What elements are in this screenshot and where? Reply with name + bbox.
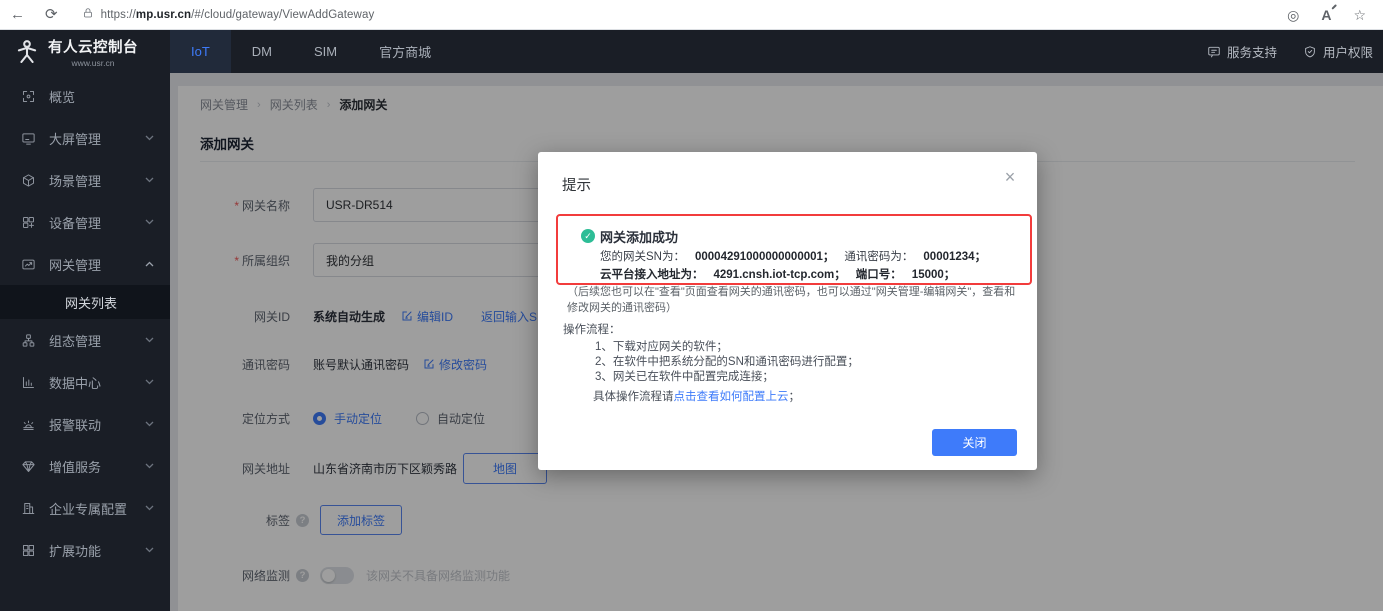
chevron-down-icon — [145, 505, 154, 511]
sidebar-item-scada-mgmt[interactable]: 组态管理 — [0, 319, 170, 361]
close-button[interactable]: 关闭 — [932, 429, 1017, 456]
sidebar-item-alarm-linkage[interactable]: 报警联动 — [0, 403, 170, 445]
building-icon — [21, 501, 36, 516]
sidebar-item-gateway-mgmt[interactable]: 网关管理 — [0, 243, 170, 285]
success-check-icon: ✓ — [581, 229, 595, 243]
dialog-note: （后续您也可以在"查看"页面查看网关的通讯密码，也可以通过"网关管理-编辑网关"… — [567, 284, 1021, 316]
bar-chart-icon — [21, 375, 36, 390]
top-nav: IoT DM SIM 官方商城 — [170, 30, 452, 73]
how-to-configure-link[interactable]: 点击查看如何配置上云 — [674, 391, 789, 403]
sidebar-item-screen-mgmt[interactable]: 大屏管理 — [0, 117, 170, 159]
highlight-annotation-box: ✓ 网关添加成功 您的网关SN为：00004291000000000001；通讯… — [556, 214, 1032, 285]
chevron-down-icon — [145, 463, 154, 469]
user-permission-link[interactable]: 用户权限 — [1303, 42, 1373, 61]
read-aloud-icon[interactable]: A — [1312, 8, 1340, 22]
chevron-up-icon — [145, 261, 154, 267]
address-bar[interactable]: https://mp.usr.cn/#/cloud/gateway/ViewAd… — [82, 6, 1279, 24]
server-line: 云平台接入地址为：4291.cnsh.iot-tcp.com；端口号：15000… — [600, 266, 955, 282]
sidebar-item-scene-mgmt[interactable]: 场景管理 — [0, 159, 170, 201]
sidebar-item-extensions[interactable]: 扩展功能 — [0, 529, 170, 571]
dialog-title: 提示 — [562, 174, 591, 195]
logo-title: 有人云控制台 — [48, 36, 138, 57]
alarm-icon — [21, 417, 36, 432]
favorite-icon[interactable]: ☆ — [1344, 8, 1375, 22]
grid-icon — [21, 543, 36, 558]
flow-step: 3、网关已在软件中配置完成连接； — [595, 370, 859, 385]
tab-dm[interactable]: DM — [231, 30, 293, 73]
chevron-down-icon — [145, 379, 154, 385]
flow-step: 1、下载对应网关的软件； — [595, 340, 859, 355]
scada-icon — [21, 333, 36, 348]
lock-icon — [82, 6, 94, 24]
chevron-down-icon — [145, 177, 154, 183]
scene-icon — [21, 173, 36, 188]
success-dialog: 提示 × ✓ 网关添加成功 您的网关SN为：000042910000000000… — [538, 152, 1037, 470]
logo[interactable]: 有人云控制台 www.usr.cn — [0, 30, 170, 73]
overview-icon — [21, 89, 36, 104]
browser-refresh-icon[interactable]: ⟳ — [35, 7, 68, 22]
gateway-icon — [21, 257, 36, 272]
tab-mall[interactable]: 官方商城 — [358, 30, 452, 73]
flow-title: 操作流程： — [563, 321, 621, 337]
browser-back-icon[interactable]: ← — [0, 7, 35, 22]
gem-icon — [21, 459, 36, 474]
sidebar-item-overview[interactable]: 概览 — [0, 75, 170, 117]
screen-icon — [21, 131, 36, 146]
sidebar-item-value-added-service[interactable]: 增值服务 — [0, 445, 170, 487]
flow-step: 2、在软件中把系统分配的SN和通讯密码进行配置； — [595, 355, 859, 370]
flow-steps: 1、下载对应网关的软件； 2、在软件中把系统分配的SN和通讯密码进行配置； 3、… — [595, 340, 859, 385]
sidebar-item-data-center[interactable]: 数据中心 — [0, 361, 170, 403]
close-icon[interactable]: × — [999, 166, 1021, 188]
flow-more-line: 具体操作流程请点击查看如何配置上云； — [593, 388, 800, 404]
browser-bar: ← ⟳ https://mp.usr.cn/#/cloud/gateway/Vi… — [0, 0, 1383, 30]
sidebar-subitem-gateway-list[interactable]: 网关列表 — [0, 285, 170, 319]
logo-subtitle: www.usr.cn — [48, 58, 138, 68]
chevron-down-icon — [145, 547, 154, 553]
app-frame: ← ⟳ https://mp.usr.cn/#/cloud/gateway/Vi… — [0, 0, 1383, 611]
sidebar: 概览 大屏管理 场景管理 设备管理 网关管理 — [0, 73, 170, 611]
service-support-link[interactable]: 服务支持 — [1207, 42, 1277, 61]
chevron-down-icon — [145, 337, 154, 343]
tab-iot[interactable]: IoT — [170, 30, 231, 73]
sn-line: 您的网关SN为：00004291000000000001；通讯密码为：00001… — [600, 248, 986, 264]
app-header: 有人云控制台 www.usr.cn IoT DM SIM 官方商城 服务支持 — [0, 30, 1383, 73]
usr-person-icon — [14, 39, 40, 65]
page-actions-icon[interactable]: ◎ — [1278, 8, 1308, 22]
chevron-down-icon — [145, 219, 154, 225]
sidebar-item-enterprise-config[interactable]: 企业专属配置 — [0, 487, 170, 529]
device-icon — [21, 215, 36, 230]
chat-icon — [1207, 45, 1221, 59]
url-text: https://mp.usr.cn/#/cloud/gateway/ViewAd… — [101, 9, 375, 21]
shield-icon — [1303, 45, 1317, 59]
success-heading: 网关添加成功 — [600, 227, 678, 246]
chevron-down-icon — [145, 421, 154, 427]
app-area: 有人云控制台 www.usr.cn IoT DM SIM 官方商城 服务支持 — [0, 30, 1383, 611]
sidebar-item-device-mgmt[interactable]: 设备管理 — [0, 201, 170, 243]
tab-sim[interactable]: SIM — [293, 30, 358, 73]
chevron-down-icon — [145, 135, 154, 141]
